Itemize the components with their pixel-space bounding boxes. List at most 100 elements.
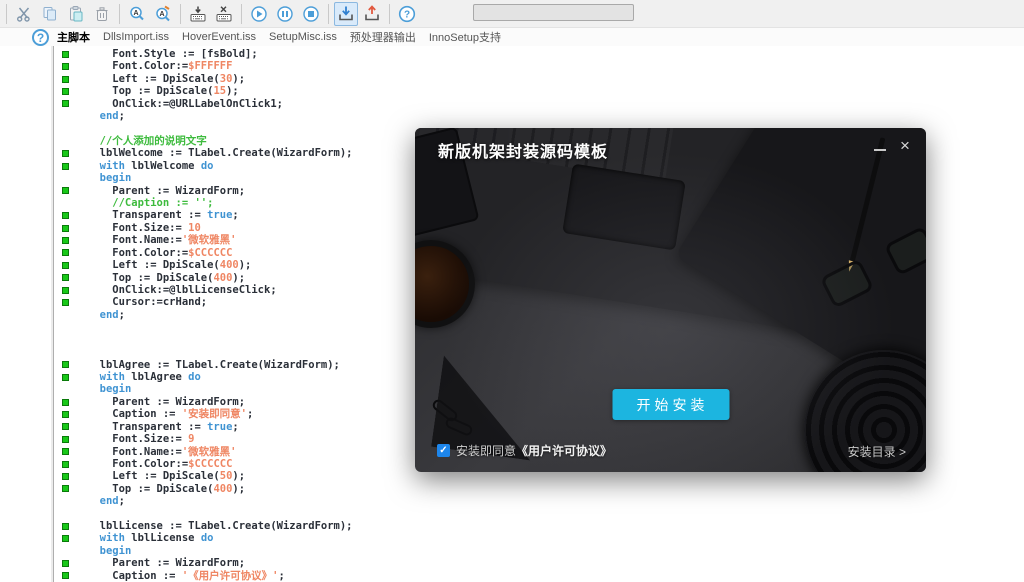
gutter-cell: [55, 51, 75, 58]
toolbar-separator: [6, 4, 7, 24]
code-text: Font.Color:=$CCCCCC: [75, 247, 232, 259]
keyboard-down-icon: [189, 5, 207, 23]
gutter-cell: [55, 448, 75, 455]
paste-button[interactable]: [64, 2, 88, 26]
code-text: with lblWelcome do: [75, 160, 213, 172]
pause-button[interactable]: [273, 2, 297, 26]
tab-1[interactable]: DllsImport.iss: [103, 31, 169, 43]
code-line: Parent := WizardForm;: [55, 557, 1024, 569]
keyboard-import-button[interactable]: [186, 2, 210, 26]
svg-text:A: A: [159, 11, 164, 18]
code-text: with lblAgree do: [75, 371, 201, 383]
modified-line-marker-icon: [62, 212, 69, 219]
gutter-cell: [55, 287, 75, 294]
svg-text:A: A: [133, 10, 138, 17]
gutter-cell: [55, 100, 75, 107]
code-line: Top := DpiScale(400);: [55, 483, 1024, 495]
modified-line-marker-icon: [62, 249, 69, 256]
toolbar-separator: [180, 4, 181, 24]
modified-line-marker-icon: [62, 399, 69, 406]
code-text: end;: [75, 495, 125, 507]
help-button[interactable]: ?: [395, 2, 419, 26]
code-text: Left := DpiScale(30);: [75, 73, 245, 85]
modified-line-marker-icon: [62, 262, 69, 269]
gutter-cell: [55, 225, 75, 232]
gutter-cell: [55, 299, 75, 306]
gutter-cell: [55, 63, 75, 70]
tab-3[interactable]: SetupMisc.iss: [269, 31, 337, 43]
code-text: Top := DpiScale(15);: [75, 85, 239, 97]
script-help-icon[interactable]: ?: [32, 29, 49, 46]
code-text: end;: [75, 110, 125, 122]
code-text: begin: [75, 172, 131, 184]
modified-line-marker-icon: [62, 485, 69, 492]
code-text: Left := DpiScale(50);: [75, 470, 245, 482]
code-text: Font.Name:='微软雅黑': [75, 446, 236, 458]
code-text: Font.Color:=$CCCCCC: [75, 458, 232, 470]
code-text: Font.Style := [fsBold];: [75, 48, 258, 60]
dialog-title: 新版机架封装源码模板: [438, 138, 608, 162]
install-dir-link[interactable]: 安装目录 >: [848, 443, 906, 460]
gutter-cell: [55, 212, 75, 219]
replace-button[interactable]: A: [151, 2, 175, 26]
code-text: Top := DpiScale(400);: [75, 272, 245, 284]
gutter-cell: [55, 76, 75, 83]
code-line: lblLicense := TLabel.Create(WizardForm);: [55, 520, 1024, 532]
gutter-cell: [55, 163, 75, 170]
code-line: begin: [55, 545, 1024, 557]
copy-button[interactable]: [38, 2, 62, 26]
code-text: Parent := WizardForm;: [75, 557, 245, 569]
code-text: Caption := '安装即同意';: [75, 408, 253, 420]
copy-icon: [41, 5, 59, 23]
code-text: //个人添加的说明文字: [75, 135, 207, 147]
export-button[interactable]: [360, 2, 384, 26]
start-install-button[interactable]: 开始安装: [612, 389, 729, 420]
code-text: Left := DpiScale(400);: [75, 259, 251, 271]
toolbar-input[interactable]: [473, 4, 634, 21]
modified-line-marker-icon: [62, 63, 69, 70]
left-gutter-panel: [0, 46, 54, 582]
tray-up-icon: [363, 5, 381, 23]
tab-0[interactable]: 主脚本: [57, 29, 90, 45]
close-icon[interactable]: ×: [895, 136, 915, 156]
license-agreement-link[interactable]: 《用户许可协议》: [516, 444, 612, 458]
agree-label: 安装即同意《用户许可协议》: [456, 442, 612, 459]
gutter-cell: [55, 399, 75, 406]
gutter-cell: [55, 274, 75, 281]
modified-line-marker-icon: [62, 560, 69, 567]
run-button[interactable]: [247, 2, 271, 26]
modified-line-marker-icon: [62, 163, 69, 170]
tab-4[interactable]: 预处理器输出: [350, 29, 416, 45]
cut-button[interactable]: [12, 2, 36, 26]
pause-icon: [276, 5, 294, 23]
minimize-icon[interactable]: [874, 149, 886, 151]
tab-2[interactable]: HoverEvent.iss: [182, 31, 256, 43]
code-text: begin: [75, 383, 131, 395]
toolbar-separator: [389, 4, 390, 24]
keyboard-clear-button[interactable]: [212, 2, 236, 26]
gutter-cell: [55, 423, 75, 430]
gutter-cell: [55, 560, 75, 567]
vignette: [415, 128, 926, 472]
agree-checkbox[interactable]: ✓: [437, 444, 450, 457]
code-text: Font.Size:= 9: [75, 433, 194, 445]
modified-line-marker-icon: [62, 100, 69, 107]
tab-row: ? 主脚本 DllsImport.iss HoverEvent.iss SetupMi…: [0, 28, 1024, 46]
help-icon: ?: [398, 5, 416, 23]
modified-line-marker-icon: [62, 76, 69, 83]
stop-button[interactable]: [299, 2, 323, 26]
modified-line-marker-icon: [62, 461, 69, 468]
delete-button[interactable]: [90, 2, 114, 26]
modified-line-marker-icon: [62, 187, 69, 194]
code-text: Transparent := true;: [75, 421, 239, 433]
gutter-cell: [55, 262, 75, 269]
code-line: end;: [55, 495, 1024, 507]
gutter-cell: [55, 572, 75, 579]
find-button[interactable]: A: [125, 2, 149, 26]
toolbar-separator: [328, 4, 329, 24]
import-button[interactable]: [334, 2, 358, 26]
tab-5[interactable]: InnoSetup支持: [429, 29, 501, 45]
gutter-cell: [55, 361, 75, 368]
modified-line-marker-icon: [62, 88, 69, 95]
modified-line-marker-icon: [62, 572, 69, 579]
